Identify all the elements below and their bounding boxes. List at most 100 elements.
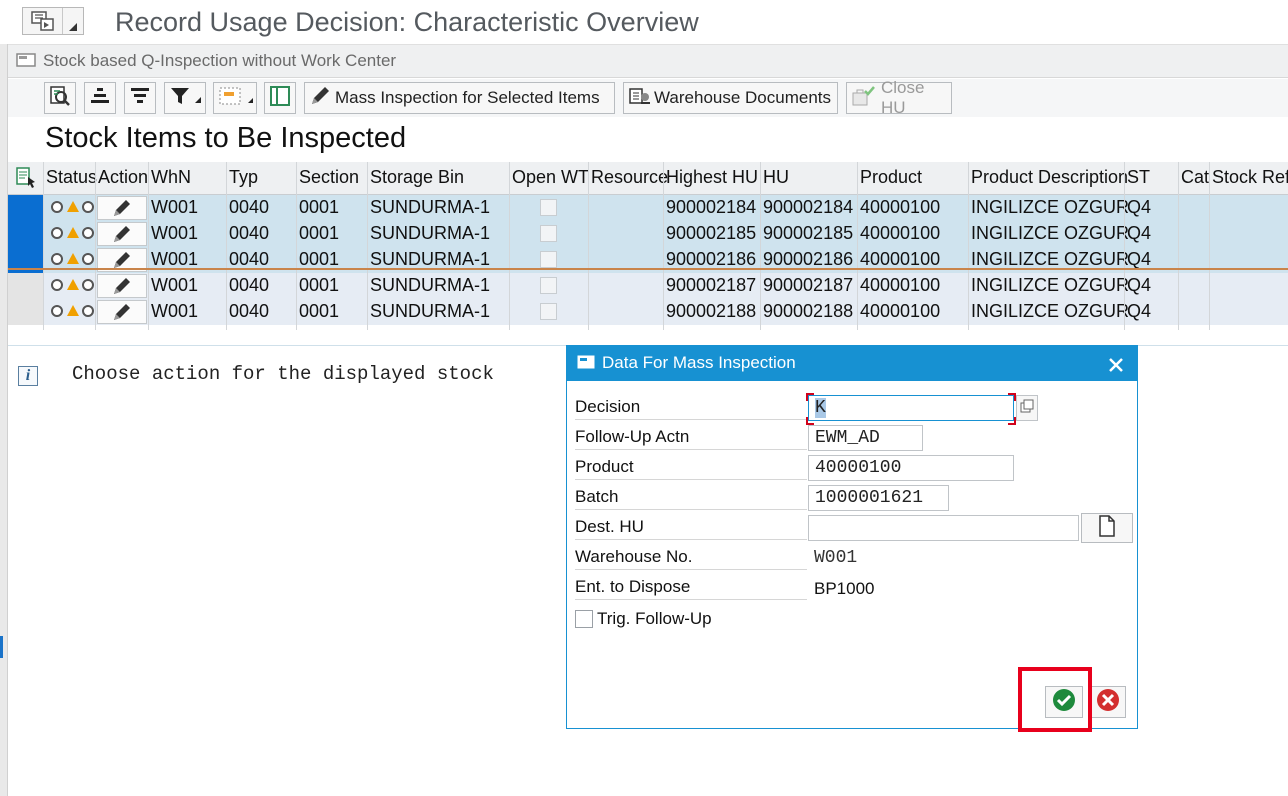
focus-corner — [806, 393, 814, 401]
col-open-wt[interactable]: Open WT — [512, 167, 589, 188]
cell-typ: 0040 — [229, 197, 270, 217]
column-button[interactable] — [264, 82, 296, 114]
col-st[interactable]: ST — [1127, 167, 1150, 188]
product-field[interactable]: 40000100 — [808, 455, 1014, 481]
col-product[interactable]: Product — [860, 167, 922, 188]
col-typ[interactable]: Typ — [229, 167, 258, 188]
cell-section: 0001 — [299, 301, 340, 321]
col-resource[interactable]: Resource — [591, 167, 668, 188]
cell-st: Q4 — [1127, 275, 1152, 295]
row-selector[interactable] — [8, 221, 43, 247]
table-row[interactable]: W001 0040 0001 SUNDURMA-1 900002185 900002185… — [8, 221, 1288, 247]
warehouse-label: Warehouse No. — [575, 544, 807, 570]
col-cat[interactable]: Cat — [1181, 167, 1209, 188]
col-stock-ref[interactable]: Stock Ref — [1212, 167, 1288, 188]
close-hu-label: Close HU — [881, 78, 925, 117]
cell-highest_hu: 900002185 — [666, 223, 757, 243]
col-highest-hu[interactable]: Highest HU — [666, 167, 758, 188]
details-button[interactable] — [44, 82, 76, 114]
column-icon — [269, 85, 291, 112]
layout-icon — [218, 85, 254, 112]
followup-field[interactable]: EWM_AD — [808, 425, 923, 451]
dest-hu-label: Dest. HU — [575, 514, 807, 540]
warehouse-documents-button[interactable]: Warehouse Documents — [623, 82, 838, 114]
row-selector[interactable] — [8, 299, 43, 325]
col-hu[interactable]: HU — [763, 167, 789, 188]
new-hu-button[interactable] — [1081, 513, 1133, 543]
selection-divider — [8, 268, 1288, 270]
close-hu-button[interactable]: Close HU — [846, 78, 952, 117]
col-storage-bin[interactable]: Storage Bin — [370, 167, 464, 188]
pencil-icon — [114, 226, 130, 242]
decision-field[interactable]: K — [808, 395, 1014, 421]
table-row[interactable]: W001 0040 0001 SUNDURMA-1 900002188 900002188… — [8, 299, 1288, 325]
left-marker — [0, 636, 3, 658]
pencil-icon — [114, 252, 130, 268]
warehouse-docs-icon — [628, 85, 652, 112]
message-area-border — [8, 330, 1288, 346]
dest-hu-field[interactable] — [808, 515, 1079, 541]
row-selector[interactable] — [8, 195, 43, 221]
decision-value: K — [815, 398, 826, 418]
subheader-text: Stock based Q-Inspection without Work Ce… — [43, 51, 397, 70]
col-product-description[interactable]: Product Description — [971, 167, 1128, 188]
status-icon — [50, 277, 96, 293]
menu-icon[interactable] — [23, 8, 63, 34]
dialog-header: Data For Mass Inspection — [567, 346, 1137, 381]
decision-value-help-button[interactable] — [1016, 395, 1038, 421]
cell-section: 0001 — [299, 249, 340, 269]
cell-bin: SUNDURMA-1 — [370, 275, 491, 295]
edit-action-button[interactable] — [97, 222, 147, 246]
toolbar: Mass Inspection for Selected Items Wareh… — [8, 78, 1288, 117]
dialog-window-icon — [577, 355, 597, 376]
close-icon[interactable] — [1107, 351, 1125, 380]
edit-action-button[interactable] — [97, 274, 147, 298]
edit-action-button[interactable] — [97, 300, 147, 324]
cancel-button[interactable] — [1090, 686, 1126, 718]
cell-hu: 900002184 — [763, 197, 854, 217]
sort-descending-icon — [129, 85, 151, 112]
cell-hu: 900002188 — [763, 301, 854, 321]
status-icon — [50, 225, 96, 241]
cell-hu: 900002186 — [763, 249, 854, 269]
dialog-title: Data For Mass Inspection — [602, 353, 796, 372]
menu-button[interactable] — [22, 7, 84, 35]
batch-field[interactable]: 1000001621 — [808, 485, 949, 511]
col-action[interactable]: Action — [98, 167, 148, 188]
table-row[interactable]: W001 0040 0001 SUNDURMA-1 900002187 900002187… — [8, 273, 1288, 299]
table-settings-icon[interactable] — [15, 166, 37, 193]
col-whn[interactable]: WhN — [151, 167, 191, 188]
sort-descending-button[interactable] — [124, 82, 156, 114]
sort-ascending-icon — [89, 85, 111, 112]
cell-bin: SUNDURMA-1 — [370, 301, 491, 321]
trig-followup-checkbox[interactable] — [575, 610, 593, 628]
cell-st: Q4 — [1127, 197, 1152, 217]
cell-highest_hu: 900002186 — [666, 249, 757, 269]
cell-whn: W001 — [151, 301, 199, 321]
layout-button[interactable] — [213, 82, 257, 114]
row-selector[interactable] — [8, 273, 43, 299]
cell-product: 40000100 — [860, 301, 941, 321]
cell-bin: SUNDURMA-1 — [370, 223, 491, 243]
section-title: Stock Items to Be Inspected — [45, 122, 407, 154]
sort-ascending-button[interactable] — [84, 82, 116, 114]
cell-product: 40000100 — [860, 275, 941, 295]
cell-whn: W001 — [151, 275, 199, 295]
cell-desc: INGILIZCE OZGUR — [971, 223, 1130, 243]
col-status[interactable]: Status — [46, 167, 97, 188]
mass-inspection-button[interactable]: Mass Inspection for Selected Items — [304, 82, 615, 114]
status-icon — [50, 251, 96, 267]
filter-icon — [169, 85, 203, 112]
cell-st: Q4 — [1127, 249, 1152, 269]
followup-label: Follow-Up Actn — [575, 424, 807, 450]
cell-desc: INGILIZCE OZGUR — [971, 301, 1130, 321]
table-row[interactable]: W001 0040 0001 SUNDURMA-1 900002184 900002184… — [8, 195, 1288, 221]
info-icon: i — [18, 366, 38, 386]
open-wt-checkbox — [540, 225, 557, 242]
edit-action-button[interactable] — [97, 196, 147, 220]
dropdown-icon[interactable] — [63, 8, 83, 34]
page-title: Record Usage Decision: Characteristic Ov… — [115, 7, 699, 37]
open-wt-checkbox — [540, 251, 557, 268]
filter-button[interactable] — [164, 82, 206, 114]
col-section[interactable]: Section — [299, 167, 359, 188]
